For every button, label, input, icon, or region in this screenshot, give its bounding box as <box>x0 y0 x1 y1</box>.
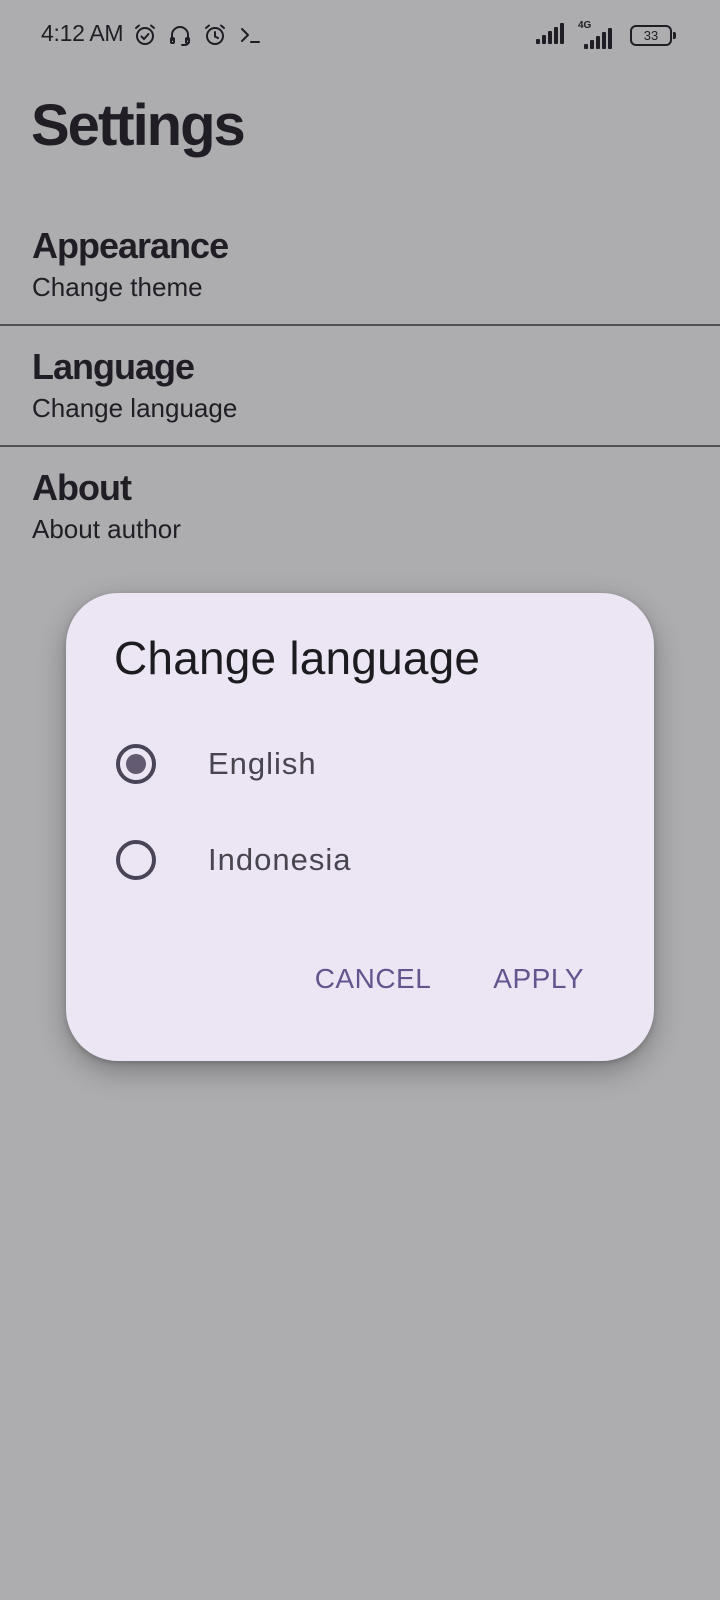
apply-button[interactable]: APPLY <box>493 963 584 995</box>
radio-button[interactable] <box>116 840 156 880</box>
dialog-actions: CANCEL APPLY <box>315 963 584 995</box>
change-language-dialog: Change language English Indonesia CANCEL… <box>66 593 654 1061</box>
language-option-english[interactable]: English <box>114 724 614 804</box>
radio-button-selected[interactable] <box>116 744 156 784</box>
dialog-title: Change language <box>114 632 481 684</box>
radio-dot <box>126 754 146 774</box>
option-label: English <box>208 746 317 781</box>
option-label: Indonesia <box>208 842 352 877</box>
cancel-button[interactable]: CANCEL <box>315 963 432 995</box>
settings-screen: 4:12 AM 4G 33 Settings Appearance Change… <box>0 0 720 1600</box>
language-option-indonesia[interactable]: Indonesia <box>114 820 614 900</box>
